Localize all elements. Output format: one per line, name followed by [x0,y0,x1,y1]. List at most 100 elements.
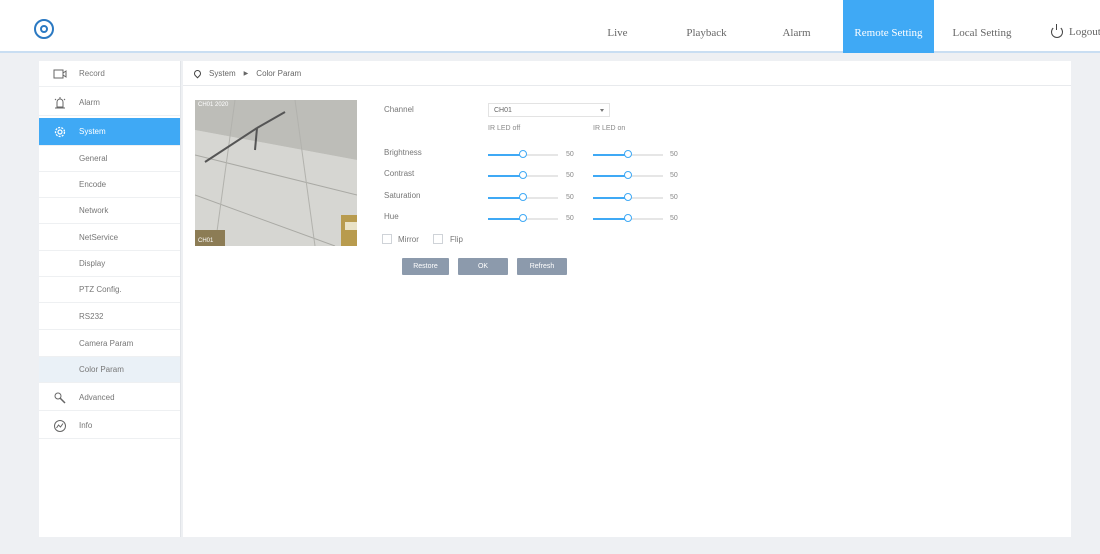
slider-thumb[interactable] [519,171,527,179]
breadcrumb: System ▶ Color Param [183,61,1071,86]
logout-label: Logout [1069,26,1100,38]
brightness-value-ir-on: 50 [670,151,678,158]
saturation-slider-ir-on[interactable] [593,193,663,203]
sidebar-item-ptz-config[interactable]: PTZ Config. [39,277,180,303]
sidebar-item-network[interactable]: Network [39,198,180,224]
sidebar-item-label: Network [79,206,109,215]
osd-timestamp: CH01 2020 [198,102,229,108]
param-label-contrast: Contrast [384,169,415,178]
ir-led-off-header: IR LED off [488,125,521,132]
slider-thumb[interactable] [624,150,632,158]
hue-slider-ir-on[interactable] [593,214,663,224]
slider-fill [488,218,523,220]
slider-thumb[interactable] [519,150,527,158]
slider-thumb[interactable] [624,214,632,222]
param-label-hue: Hue [384,212,399,221]
slider-thumb[interactable] [624,193,632,201]
hue-slider-ir-off[interactable] [488,214,558,224]
logout-button[interactable]: Logout [1051,24,1100,38]
sidebar-item-label: NetService [79,233,119,242]
sidebar-item-label: Alarm [79,98,100,107]
sidebar-item-label: Display [79,259,106,268]
nav-live[interactable]: Live [575,0,660,51]
flip-checkbox[interactable] [433,234,443,244]
saturation-value-ir-on: 50 [670,194,678,201]
nav-local-setting-label: Local Setting [952,26,1012,39]
breadcrumb-section[interactable]: System [209,69,236,78]
sidebar-item-advanced[interactable]: Advanced [39,385,180,411]
contrast-value-ir-off: 50 [566,172,574,179]
param-label-saturation: Saturation [384,191,421,200]
saturation-slider-ir-off[interactable] [488,193,558,203]
sidebar-item-system[interactable]: System [39,118,180,146]
nav-remote-setting[interactable]: Remote Setting [843,0,934,53]
mirror-checkbox[interactable] [382,234,392,244]
sidebar-item-label: PTZ Config. [79,285,122,294]
hue-value-ir-on: 50 [670,215,678,222]
slider-fill [488,197,523,199]
sidebar-item-rs232[interactable]: RS232 [39,304,180,330]
slider-thumb[interactable] [624,171,632,179]
osd-channel-name: CH01 [198,238,214,244]
brightness-slider-ir-off[interactable] [488,150,558,160]
wrench-icon [53,391,67,405]
saturation-value-ir-off: 50 [566,194,574,201]
channel-select[interactable]: CH01 [488,103,610,117]
hue-value-ir-off: 50 [566,215,574,222]
channel-label: Channel [384,105,414,114]
sidebar-item-label: Camera Param [79,339,134,348]
logo-icon [34,19,54,39]
breadcrumb-arrow-icon: ▶ [243,70,249,77]
contrast-slider-ir-on[interactable] [593,171,663,181]
location-pin-icon [192,68,203,78]
contrast-slider-ir-off[interactable] [488,171,558,181]
slider-fill [593,175,628,177]
camera-preview: CH01 2020 CH01 [195,100,357,246]
slider-thumb[interactable] [519,214,527,222]
sidebar-item-label: Info [79,421,93,430]
sidebar-item-label: Advanced [79,393,115,402]
restore-button[interactable]: Restore [402,258,449,275]
channel-select-value: CH01 [494,107,512,114]
breadcrumb-page: Color Param [256,68,302,78]
info-chart-icon [53,419,67,433]
ok-button[interactable]: OK [458,258,508,275]
sidebar-item-display[interactable]: Display [39,251,180,277]
ir-led-on-header: IR LED on [593,125,626,132]
nav-remote-setting-label: Remote Setting [854,26,923,39]
nav-playback[interactable]: Playback [664,0,749,51]
contrast-value-ir-on: 50 [670,172,678,179]
top-nav-bar: Live Playback Alarm Remote Setting Local… [0,0,1100,53]
system-gear-icon [53,125,67,139]
sidebar-item-camera-param[interactable]: Camera Param [39,331,180,357]
brightness-slider-ir-on[interactable] [593,150,663,160]
slider-fill [593,218,628,220]
chevron-down-icon [600,109,604,112]
sidebar-item-netservice[interactable]: NetService [39,225,180,251]
refresh-button[interactable]: Refresh [517,258,567,275]
sidebar-item-general[interactable]: General [39,146,180,172]
slider-thumb[interactable] [519,193,527,201]
nav-alarm[interactable]: Alarm [754,0,839,51]
slider-fill [593,197,628,199]
mirror-label: Mirror [398,235,419,244]
record-icon [53,67,67,81]
sidebar-item-color-param[interactable]: Color Param [39,357,180,383]
alarm-icon [53,96,67,110]
sidebar: Record Alarm System General Encode Netwo… [39,61,181,537]
slider-fill [488,154,523,156]
param-label-brightness: Brightness [384,148,422,157]
nav-live-label: Live [607,26,628,39]
sidebar-item-encode[interactable]: Encode [39,172,180,198]
sidebar-item-alarm[interactable]: Alarm [39,90,180,116]
sidebar-item-info[interactable]: Info [39,413,180,439]
brightness-value-ir-off: 50 [566,151,574,158]
sidebar-item-record[interactable]: Record [39,61,180,87]
sidebar-item-label: Color Param [79,365,124,374]
sidebar-item-label: Encode [79,180,107,189]
main-content: System ▶ Color Param CH01 2020 CH01 Chan… [183,61,1071,537]
slider-fill [593,154,628,156]
nav-local-setting[interactable]: Local Setting [937,0,1027,51]
nav-alarm-label: Alarm [782,26,811,39]
sidebar-item-label: System [79,127,106,136]
